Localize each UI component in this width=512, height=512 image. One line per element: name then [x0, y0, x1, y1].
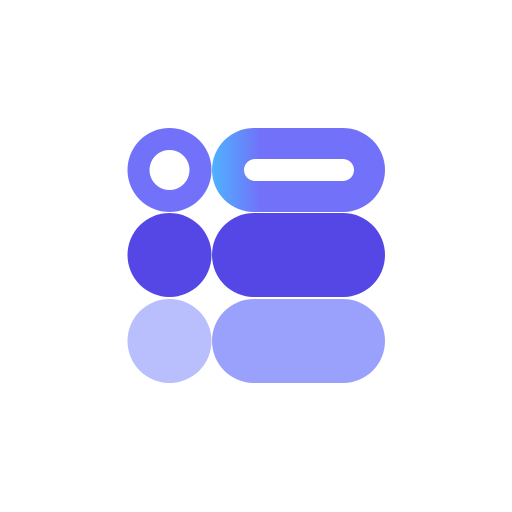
- middle-pill: [212, 213, 385, 297]
- row-top: [127, 128, 385, 212]
- bottom-pill: [212, 299, 385, 383]
- middle-circle: [127, 213, 212, 297]
- bottom-circle: [127, 299, 212, 383]
- ring-icon: [127, 128, 212, 212]
- app-icon-canvas: [0, 0, 512, 512]
- row-bottom: [127, 299, 385, 383]
- stacked-list-app-icon: [127, 128, 385, 383]
- row-middle: [127, 213, 385, 297]
- top-pill-slot: [244, 159, 354, 181]
